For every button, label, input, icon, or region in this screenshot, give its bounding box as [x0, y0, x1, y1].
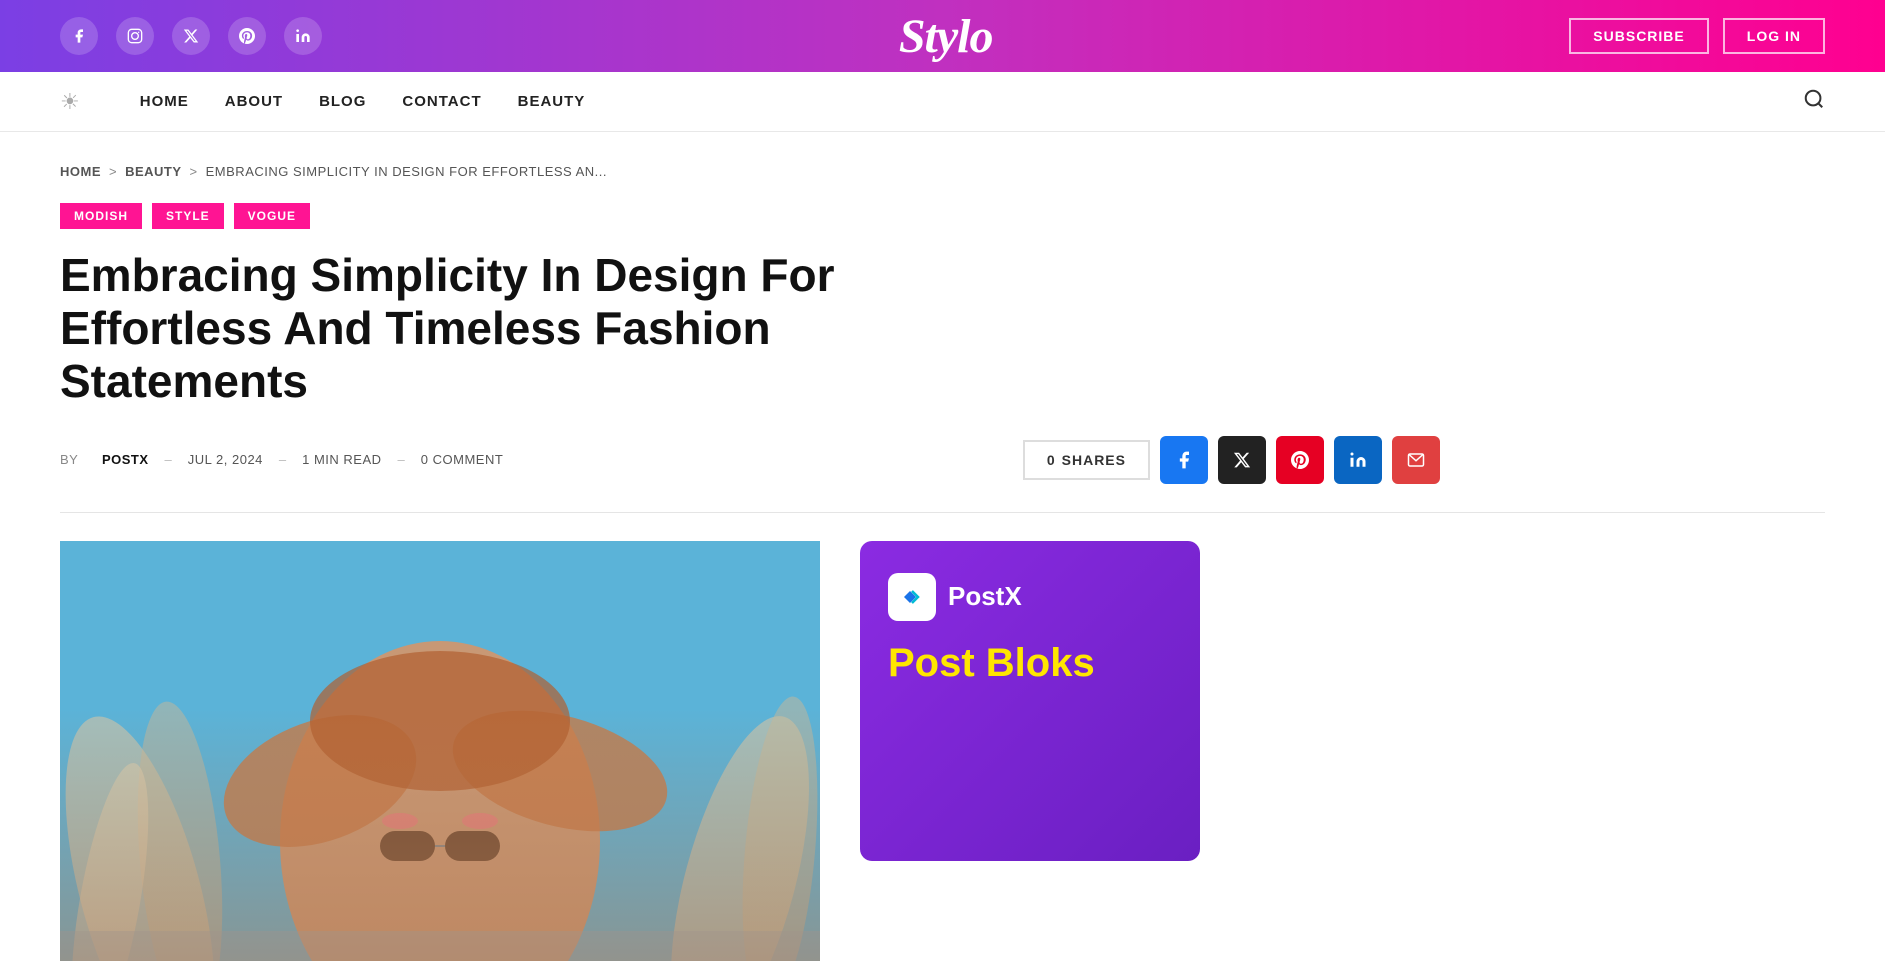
share-email-button[interactable] [1392, 436, 1440, 484]
meta-dash-2: – [279, 452, 286, 467]
meta-read-time: 1 MIN READ [302, 452, 381, 467]
breadcrumb-current: EMBRACING SIMPLICITY IN DESIGN FOR EFFOR… [206, 164, 607, 179]
instagram-icon[interactable] [116, 17, 154, 55]
breadcrumb-sep-1: > [109, 164, 117, 179]
meta-by-label: BY [60, 452, 78, 467]
content-grid: PostX Post Bloks [60, 541, 1825, 961]
share-row: 0 SHARES [1023, 436, 1440, 484]
sidebar-ad: PostX Post Bloks [860, 541, 1200, 861]
article-featured-image [60, 541, 820, 961]
breadcrumb-beauty[interactable]: BEAUTY [125, 164, 181, 179]
share-linkedin-button[interactable] [1334, 436, 1382, 484]
meta-dash-3: – [398, 452, 405, 467]
nav-left: ☀ HOME ABOUT BLOG CONTACT BEAUTY [60, 89, 585, 115]
meta-date: JUL 2, 2024 [188, 452, 263, 467]
nav-home[interactable]: HOME [140, 93, 189, 110]
nav-contact[interactable]: CONTACT [402, 93, 481, 110]
breadcrumb-home[interactable]: HOME [60, 164, 101, 179]
tag-style[interactable]: STYLE [152, 203, 224, 229]
breadcrumb: HOME > BEAUTY > EMBRACING SIMPLICITY IN … [60, 164, 1825, 179]
tag-vogue[interactable]: VOGUE [234, 203, 310, 229]
nav-bar: ☀ HOME ABOUT BLOG CONTACT BEAUTY [0, 72, 1885, 132]
top-banner: Stylo SUBSCRIBE LOG IN [0, 0, 1885, 72]
main-content: HOME > BEAUTY > EMBRACING SIMPLICITY IN … [0, 132, 1885, 961]
subscribe-button[interactable]: SUBSCRIBE [1569, 18, 1708, 54]
site-logo[interactable]: Stylo [899, 9, 993, 64]
nav-beauty[interactable]: BEAUTY [518, 93, 586, 110]
shares-box: 0 SHARES [1023, 440, 1150, 480]
login-button[interactable]: LOG IN [1723, 18, 1825, 54]
search-icon[interactable] [1803, 88, 1825, 116]
twitter-x-icon[interactable] [172, 17, 210, 55]
social-icons-group [60, 17, 322, 55]
nav-blog[interactable]: BLOG [319, 93, 366, 110]
shares-label: SHARES [1062, 452, 1126, 468]
nav-about[interactable]: ABOUT [225, 93, 283, 110]
share-twitter-button[interactable] [1218, 436, 1266, 484]
ad-headline: Post Bloks [888, 641, 1095, 685]
ad-brand-name: PostX [948, 581, 1022, 612]
share-pinterest-button[interactable] [1276, 436, 1324, 484]
meta-dash-1: – [165, 452, 172, 467]
article-divider [60, 512, 1825, 513]
facebook-icon[interactable] [60, 17, 98, 55]
article-image-wrap [60, 541, 820, 961]
top-banner-actions: SUBSCRIBE LOG IN [1569, 18, 1825, 54]
breadcrumb-sep-2: > [190, 164, 198, 179]
tag-modish[interactable]: MODISH [60, 203, 142, 229]
ad-brand-icon [888, 573, 936, 621]
article-title: Embracing Simplicity In Design For Effor… [60, 249, 960, 408]
linkedin-icon[interactable] [284, 17, 322, 55]
fashion-image-svg [60, 541, 820, 961]
pinterest-icon[interactable] [228, 17, 266, 55]
meta-comment-count[interactable]: 0 COMMENT [421, 452, 504, 467]
meta-left: BY POSTX – JUL 2, 2024 – 1 MIN READ – 0 … [60, 452, 503, 467]
meta-author[interactable]: POSTX [102, 452, 149, 467]
theme-toggle-icon[interactable]: ☀ [60, 89, 80, 115]
article-tags: MODISH STYLE VOGUE [60, 203, 1825, 229]
ad-logo-row: PostX [888, 573, 1022, 621]
nav-links: HOME ABOUT BLOG CONTACT BEAUTY [140, 93, 586, 111]
article-meta: BY POSTX – JUL 2, 2024 – 1 MIN READ – 0 … [60, 436, 1440, 484]
shares-count: 0 [1047, 452, 1056, 468]
share-facebook-button[interactable] [1160, 436, 1208, 484]
